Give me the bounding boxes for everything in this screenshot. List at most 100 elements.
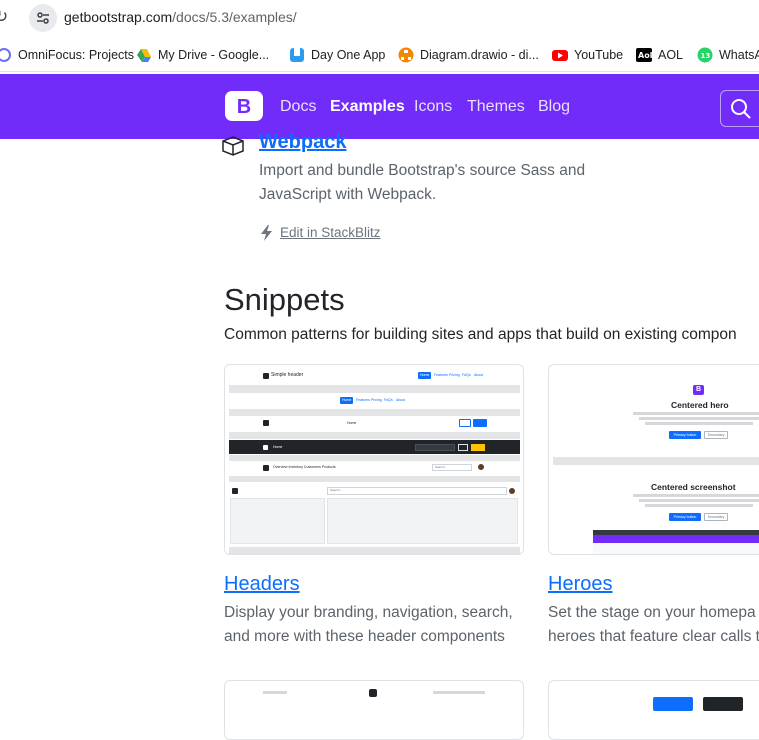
search-icon <box>731 99 751 119</box>
bookmark-whatsapp[interactable]: 13 WhatsAp <box>697 46 759 64</box>
bookmarks-bar: OmniFocus: Projects My Drive - Google...… <box>0 36 759 72</box>
thumb-main-panel <box>327 498 518 544</box>
thumb-primary-button: Primary button <box>669 431 701 439</box>
bookmark-drawio[interactable]: Diagram.drawio - di... <box>398 46 539 64</box>
thumb-logo-icon <box>369 689 377 697</box>
reload-icon[interactable]: ↻ <box>0 8 8 26</box>
thumb-text-line <box>645 504 753 507</box>
thumb-login-button <box>459 419 471 427</box>
search-button[interactable] <box>720 90 759 127</box>
thumb-brand: Simple header <box>271 372 304 378</box>
google-drive-icon <box>136 47 152 63</box>
thumb-search-field <box>415 444 455 451</box>
thumb-divider <box>229 476 520 482</box>
thumb-tab: Pricing <box>371 398 382 402</box>
heroes-description-line1: Set the stage on your homepa <box>548 604 756 621</box>
thumb-text-line <box>263 691 287 694</box>
bootstrap-logo-icon[interactable]: B <box>224 90 264 122</box>
omnifocus-icon <box>0 47 12 63</box>
thumb-tab: Pricing <box>449 373 460 377</box>
headers-link[interactable]: Headers <box>224 573 300 596</box>
thumb-avatar <box>478 464 484 470</box>
tune-icon <box>37 12 49 24</box>
headers-description-line2: and more with these header components <box>224 628 505 645</box>
bookmark-omnifocus[interactable]: OmniFocus: Projects <box>0 46 134 64</box>
thumb-logo-icon <box>263 373 269 379</box>
svg-text:13: 13 <box>701 52 711 60</box>
thumb-divider <box>553 457 759 465</box>
day-one-icon <box>289 47 305 63</box>
heroes-thumbnail[interactable]: B Centered hero Primary button Secondary… <box>548 364 759 555</box>
browser-address-bar: ↻ getbootstrap.com/docs/5.3/examples/ <box>0 0 759 36</box>
thumb-dropdown-panel <box>653 697 693 711</box>
thumb-signup-button <box>471 444 485 451</box>
drawio-icon <box>398 47 414 63</box>
svg-text:Aol: Aol <box>638 51 652 60</box>
thumb-logo-icon <box>263 420 269 426</box>
aol-icon: Aol <box>636 47 653 63</box>
thumb-search-field: Search... <box>432 464 472 471</box>
thumb-nav: Home <box>347 421 357 425</box>
thumb-tab: FAQs <box>462 373 471 377</box>
bookmark-day-one[interactable]: Day One App <box>289 46 385 64</box>
thumb-text-line <box>633 412 759 415</box>
thumb-tab: FAQs <box>384 398 393 402</box>
thumb-divider <box>229 432 520 439</box>
site-info-button[interactable] <box>29 4 57 32</box>
webpack-description-line1: Import and bundle Bootstrap's source Sas… <box>259 162 586 179</box>
heroes-description-line2: heroes that feature clear calls t <box>548 628 759 645</box>
thumb-bootstrap-logo-icon: B <box>693 385 704 395</box>
thumb-text-line <box>639 499 759 502</box>
nav-blog[interactable]: Blog <box>538 98 570 116</box>
edit-in-stackblitz-link[interactable]: Edit in StackBlitz <box>280 225 381 240</box>
thumb-nav: Overview Inventory Customers Products <box>273 465 336 469</box>
thumb-text-line <box>645 422 753 425</box>
thumb-text-line <box>633 494 759 497</box>
site-navbar: B Docs Examples Icons Themes Blog <box>0 74 759 139</box>
thumb-divider <box>229 547 520 554</box>
bookmark-youtube[interactable]: YouTube <box>552 46 623 64</box>
thumb-avatar <box>509 488 515 494</box>
thumb-logo-icon <box>263 465 269 471</box>
bookmark-label: Day One App <box>311 48 386 62</box>
thumb-tab: About <box>474 373 484 377</box>
box-icon <box>222 136 244 156</box>
webpack-link[interactable]: Webpack <box>259 131 346 154</box>
url-host: getbootstrap.com <box>64 9 173 25</box>
thumb-secondary-button: Secondary <box>704 513 728 521</box>
bookmark-aol[interactable]: Aol AOL <box>636 46 683 64</box>
snippets-lead: Common patterns for building sites and a… <box>224 326 737 343</box>
thumb-divider <box>229 409 520 416</box>
thumb-sidebar-panel <box>230 498 325 544</box>
thumb-tab: Features <box>434 373 448 377</box>
thumb-tab: Home <box>342 398 352 402</box>
nav-themes[interactable]: Themes <box>467 98 525 116</box>
url-field[interactable]: getbootstrap.com/docs/5.3/examples/ <box>64 9 297 25</box>
thumb-logo-icon <box>232 488 238 494</box>
lightning-icon <box>261 225 272 241</box>
heroes-link[interactable]: Heroes <box>548 573 612 596</box>
headers-thumbnail[interactable]: Simple header Home Features Pricing FAQs… <box>224 364 524 555</box>
whatsapp-icon: 13 <box>697 47 713 63</box>
next-card-thumbnail[interactable] <box>548 680 759 740</box>
thumb-secondary-button: Secondary <box>704 431 728 439</box>
nav-icons[interactable]: Icons <box>414 98 452 116</box>
thumb-text-line <box>639 417 759 420</box>
bookmark-label: YouTube <box>574 48 624 62</box>
nav-examples[interactable]: Examples <box>330 98 405 116</box>
thumb-login-button <box>458 444 468 451</box>
bookmark-label: My Drive - Google... <box>158 48 270 62</box>
bookmark-label: AOL <box>658 48 684 62</box>
youtube-icon <box>552 47 568 63</box>
headers-description-line1: Display your branding, navigation, searc… <box>224 604 513 621</box>
url-path: /docs/5.3/examples/ <box>172 9 297 25</box>
thumb-tab: About <box>396 398 406 402</box>
nav-docs[interactable]: Docs <box>280 98 316 116</box>
thumb-logo-icon <box>263 445 268 450</box>
bookmark-label: OmniFocus: Projects <box>18 48 135 62</box>
thumb-primary-button: Primary button <box>669 513 701 521</box>
next-card-thumbnail[interactable] <box>224 680 524 740</box>
bookmark-label: WhatsAp <box>719 48 759 62</box>
thumb-tab: Home <box>420 373 430 377</box>
bookmark-google-drive[interactable]: My Drive - Google... <box>136 46 269 64</box>
